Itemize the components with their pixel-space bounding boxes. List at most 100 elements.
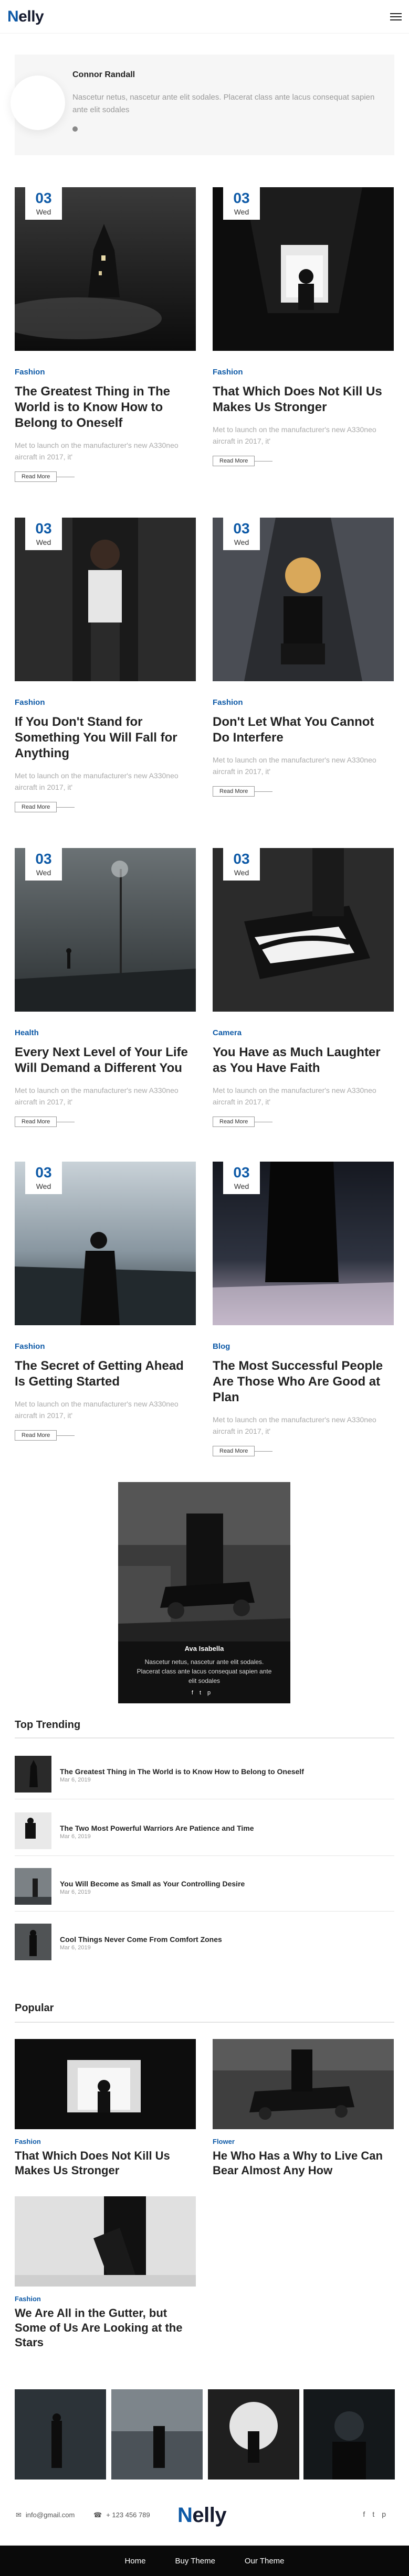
popular-title[interactable]: He Who Has a Why to Live Can Bear Almost…	[213, 2149, 394, 2178]
post-excerpt: Met to launch on the manufacturer's new …	[213, 756, 376, 776]
post-title[interactable]: You Have as Much Laughter as You Have Fa…	[213, 1045, 394, 1076]
post-card: 03 Wed Fashion The Secret of Getting Ahea…	[15, 1162, 196, 1441]
post-category[interactable]: Fashion	[15, 1342, 196, 1351]
instagram-photo[interactable]	[111, 2389, 203, 2480]
post-category[interactable]: Blog	[213, 1342, 394, 1351]
featured-author-image	[118, 1482, 290, 1641]
post-image[interactable]: 03 Wed	[213, 187, 394, 351]
popular-category[interactable]: Fashion	[15, 2295, 196, 2303]
post-category[interactable]: Fashion	[15, 368, 196, 377]
logo-first-letter: N	[177, 2504, 193, 2527]
post-category[interactable]: Health	[15, 1028, 196, 1037]
post-image[interactable]: 03 Wed	[213, 1162, 394, 1325]
post-image[interactable]: 03 Wed	[15, 518, 196, 681]
read-more-button[interactable]: Read More	[15, 1116, 196, 1128]
top-trending-heading: Top Trending	[15, 1719, 81, 1731]
trending-date: Mar 6, 2019	[60, 1777, 91, 1783]
post-category[interactable]: Fashion	[213, 368, 394, 377]
author-bio: Nascetur netus, nascetur ante elit sodal…	[72, 93, 375, 114]
read-more-line	[57, 1435, 75, 1436]
instagram-photo[interactable]	[303, 2389, 395, 2480]
post-category[interactable]: Fashion	[213, 698, 394, 707]
read-more-label: Read More	[15, 1430, 57, 1441]
post-title[interactable]: Don't Let What You Cannot Do Interfere	[213, 714, 394, 746]
read-more-button[interactable]: Read More	[213, 786, 394, 797]
list-divider	[15, 1911, 394, 1912]
trending-item[interactable]: The Greatest Thing in The World is to Kn…	[15, 1756, 394, 1794]
date-weekday: Wed	[234, 868, 249, 877]
instagram-photo[interactable]	[15, 2389, 106, 2480]
date-day: 03	[233, 520, 250, 536]
date-badge: 03 Wed	[223, 518, 260, 550]
popular-card: Fashion That Which Does Not Kill Us Make…	[15, 2039, 196, 2178]
read-more-button[interactable]: Read More	[15, 801, 196, 813]
date-weekday: Wed	[234, 208, 249, 216]
trending-title[interactable]: You Will Become as Small as Your Control…	[60, 1880, 245, 1888]
facebook-icon[interactable]: f	[192, 1690, 200, 1696]
footer-nav-our-theme[interactable]: Our Theme	[245, 2557, 285, 2566]
trending-title[interactable]: Cool Things Never Come From Comfort Zone…	[60, 1935, 222, 1944]
footer-email[interactable]: ✉ info@gmail.com	[16, 2511, 75, 2519]
read-more-button[interactable]: Read More	[213, 1116, 394, 1128]
post-image[interactable]: 03 Wed	[15, 187, 196, 351]
post-card: 03 Wed Health Every Next Level of Your Li…	[15, 848, 196, 1128]
popular-image[interactable]	[15, 2039, 196, 2129]
site-header: Nelly	[0, 0, 409, 34]
post-title[interactable]: Every Next Level of Your Life Will Deman…	[15, 1045, 196, 1076]
post-title[interactable]: The Most Successful People Are Those Who…	[213, 1358, 394, 1405]
popular-category[interactable]: Fashion	[15, 2138, 196, 2145]
facebook-icon[interactable]: f	[363, 2510, 372, 2518]
post-title[interactable]: That Which Does Not Kill Us Makes Us Str…	[213, 384, 394, 415]
post-image[interactable]: 03 Wed	[213, 518, 394, 681]
section-divider	[15, 1737, 394, 1738]
date-weekday: Wed	[36, 1182, 51, 1190]
post-image[interactable]: 03 Wed	[15, 848, 196, 1012]
trending-item[interactable]: Cool Things Never Come From Comfort Zone…	[15, 1924, 394, 1961]
footer-nav: Home Buy Theme Our Theme	[0, 2546, 409, 2576]
date-badge: 03 Wed	[25, 187, 62, 220]
trending-thumb	[15, 1756, 51, 1793]
featured-author-bio: Nascetur netus, nascetur ante elit sodal…	[137, 1658, 272, 1684]
trending-item[interactable]: You Will Become as Small as Your Control…	[15, 1868, 394, 1906]
post-category[interactable]: Fashion	[15, 698, 196, 707]
footer-email-text: info@gmail.com	[25, 2511, 75, 2519]
menu-toggle-icon[interactable]	[390, 13, 402, 20]
footer-nav-buy-theme[interactable]: Buy Theme	[175, 2557, 215, 2566]
read-more-button[interactable]: Read More	[15, 1430, 196, 1441]
popular-image[interactable]	[15, 2196, 196, 2287]
read-more-button[interactable]: Read More	[213, 1445, 394, 1457]
popular-title[interactable]: We Are All in the Gutter, but Some of Us…	[15, 2306, 196, 2350]
post-excerpt: Met to launch on the manufacturer's new …	[213, 1086, 376, 1106]
instagram-photo[interactable]	[208, 2389, 299, 2480]
date-badge: 03 Wed	[223, 1162, 260, 1194]
footer-nav-home[interactable]: Home	[124, 2557, 145, 2566]
trending-item[interactable]: The Two Most Powerful Warriors Are Patie…	[15, 1812, 394, 1850]
twitter-icon[interactable]: t	[372, 2510, 382, 2518]
popular-title[interactable]: That Which Does Not Kill Us Makes Us Str…	[15, 2149, 196, 2178]
trending-title[interactable]: The Greatest Thing in The World is to Kn…	[60, 1767, 304, 1776]
pinterest-icon[interactable]: p	[207, 1690, 217, 1696]
post-title[interactable]: The Secret of Getting Ahead Is Getting S…	[15, 1358, 196, 1390]
slider-dot[interactable]	[72, 126, 78, 132]
post-title[interactable]: The Greatest Thing in The World is to Kn…	[15, 384, 196, 431]
popular-image[interactable]	[213, 2039, 394, 2129]
pinterest-icon[interactable]: p	[382, 2510, 393, 2518]
read-more-button[interactable]: Read More	[15, 471, 196, 482]
footer-phone[interactable]: ☎ + 123 456 789	[93, 2511, 150, 2519]
post-excerpt: Met to launch on the manufacturer's new …	[213, 1415, 376, 1435]
post-image[interactable]: 03 Wed	[15, 1162, 196, 1325]
post-card: 03 Wed Fashion The Greatest Thing in The …	[15, 187, 196, 482]
site-logo[interactable]: Nelly	[7, 8, 44, 26]
post-category[interactable]: Camera	[213, 1028, 394, 1037]
twitter-icon[interactable]: t	[200, 1690, 207, 1696]
post-title[interactable]: If You Don't Stand for Something You Wil…	[15, 714, 196, 761]
logo-rest: elly	[18, 7, 44, 25]
post-image[interactable]: 03 Wed	[213, 848, 394, 1012]
read-more-button[interactable]: Read More	[213, 455, 394, 467]
date-weekday: Wed	[36, 208, 51, 216]
logo-first-letter: N	[7, 7, 19, 25]
footer-logo[interactable]: Nelly	[177, 2504, 227, 2527]
post-card: 03 Wed Fashion Don't Let What You Cannot …	[213, 518, 394, 797]
popular-category[interactable]: Flower	[213, 2138, 394, 2145]
trending-title[interactable]: The Two Most Powerful Warriors Are Patie…	[60, 1824, 254, 1832]
